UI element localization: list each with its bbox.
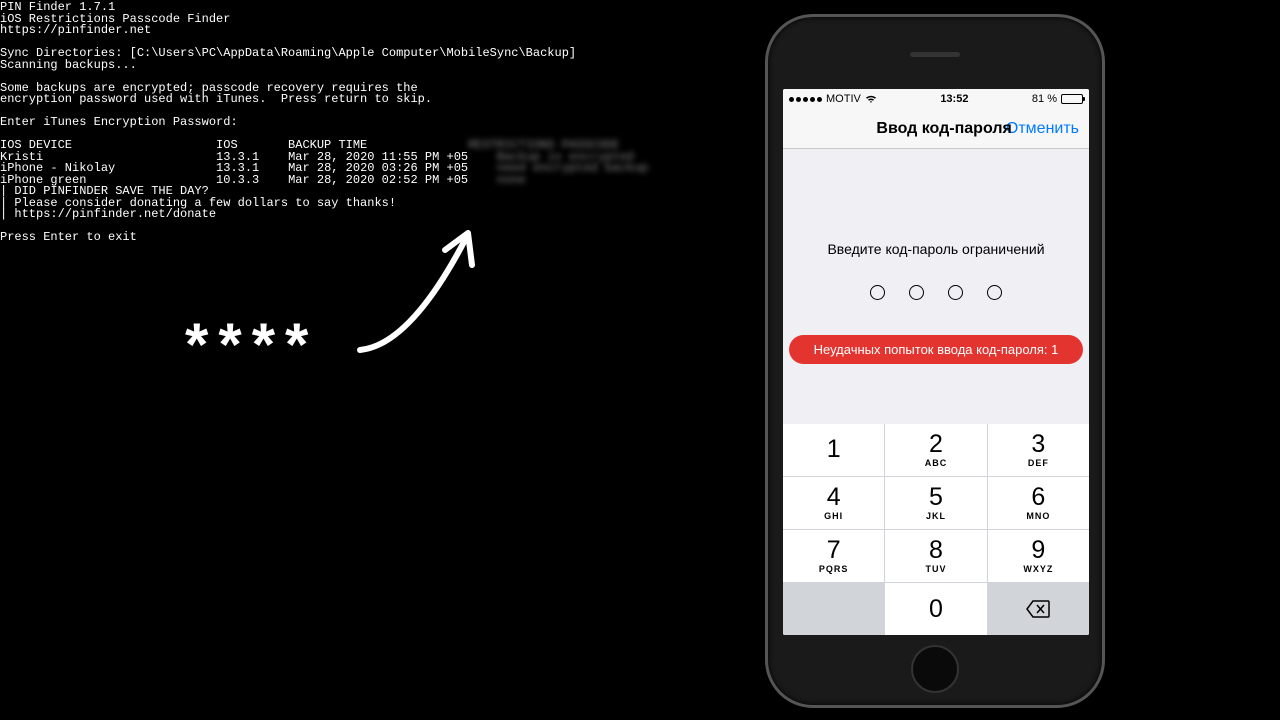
pin-dot <box>987 285 1002 300</box>
wifi-icon <box>865 94 877 104</box>
key-1[interactable]: 1 <box>783 424 884 476</box>
pin-dot <box>870 285 885 300</box>
cancel-button[interactable]: Отменить <box>1006 120 1079 138</box>
key-backspace[interactable] <box>988 583 1089 635</box>
passcode-prompt: Введите код-пароль ограничений <box>783 241 1089 257</box>
terminal-footer: | DID PINFINDER SAVE THE DAY? | Please c… <box>0 184 396 244</box>
numeric-keypad: 1 2ABC 3DEF 4GHI 5JKL 6MNO 7PQRS 8TUV 9W… <box>783 424 1089 635</box>
terminal-output: PIN Finder 1.7.1 iOS Restrictions Passco… <box>0 0 648 244</box>
key-6[interactable]: 6MNO <box>988 477 1089 529</box>
error-badge: Неудачных попыток ввода код-пароля: 1 <box>789 335 1083 364</box>
key-empty <box>783 583 884 635</box>
nav-bar: Ввод код-пароля Отменить <box>783 109 1089 149</box>
key-0[interactable]: 0 <box>885 583 986 635</box>
battery-icon <box>1061 94 1083 104</box>
passcode-dots <box>783 285 1089 300</box>
battery-percent-label: 81 % <box>1032 93 1057 105</box>
key-3[interactable]: 3DEF <box>988 424 1089 476</box>
signal-strength-icon <box>789 97 822 102</box>
phone-screen: MOTIV 13:52 81 % Ввод код-пароля Отменит… <box>783 89 1089 635</box>
clock-label: 13:52 <box>940 93 968 105</box>
carrier-label: MOTIV <box>826 93 861 105</box>
page-title: Ввод код-пароля <box>876 120 1011 138</box>
key-2[interactable]: 2ABC <box>885 424 986 476</box>
key-7[interactable]: 7PQRS <box>783 530 884 582</box>
key-4[interactable]: 4GHI <box>783 477 884 529</box>
phone-device-frame: MOTIV 13:52 81 % Ввод код-пароля Отменит… <box>765 14 1105 708</box>
home-button[interactable] <box>911 645 959 693</box>
pin-dot <box>948 285 963 300</box>
arrow-annotation <box>350 225 500 365</box>
backspace-icon <box>1026 600 1050 618</box>
pin-dot <box>909 285 924 300</box>
key-9[interactable]: 9WXYZ <box>988 530 1089 582</box>
key-5[interactable]: 5JKL <box>885 477 986 529</box>
phone-speaker <box>910 52 960 57</box>
asterisks-annotation: **** <box>185 310 318 379</box>
terminal-text: PIN Finder 1.7.1 iOS Restrictions Passco… <box>0 0 576 129</box>
status-bar: MOTIV 13:52 81 % <box>783 89 1089 109</box>
key-8[interactable]: 8TUV <box>885 530 986 582</box>
